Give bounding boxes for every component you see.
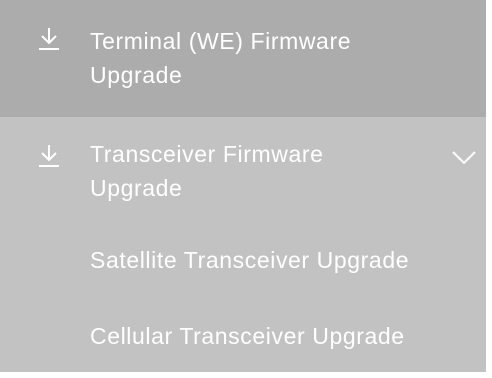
chevron-down-icon[interactable] [450,149,478,167]
download-icon [36,143,62,169]
menu-item-label-line2: Upgrade [90,62,183,88]
menu-item-label: Transceiver Firmware Upgrade [90,137,324,205]
menu-item-label-line1: Transceiver Firmware [90,141,324,167]
submenu-item-satellite-transceiver-upgrade[interactable]: Satellite Transceiver Upgrade [0,223,486,299]
menu-item-terminal-firmware-upgrade[interactable]: Terminal (WE) Firmware Upgrade [0,0,486,117]
menu-bottom-border [0,372,492,378]
submenu-item-cellular-transceiver-upgrade[interactable]: Cellular Transceiver Upgrade [0,299,486,372]
menu-item-label: Terminal (WE) Firmware Upgrade [90,24,351,92]
upgrade-menu: Terminal (WE) Firmware Upgrade Transceiv… [0,0,492,378]
submenu-item-label: Cellular Transceiver Upgrade [90,323,405,349]
menu-item-transceiver-firmware-upgrade[interactable]: Transceiver Firmware Upgrade [0,117,486,223]
submenu-item-label: Satellite Transceiver Upgrade [90,247,410,273]
menu-right-border [486,0,492,378]
download-icon [36,26,62,52]
menu-item-label-line1: Terminal (WE) Firmware [90,28,352,54]
menu-item-label-line2: Upgrade [90,175,183,201]
